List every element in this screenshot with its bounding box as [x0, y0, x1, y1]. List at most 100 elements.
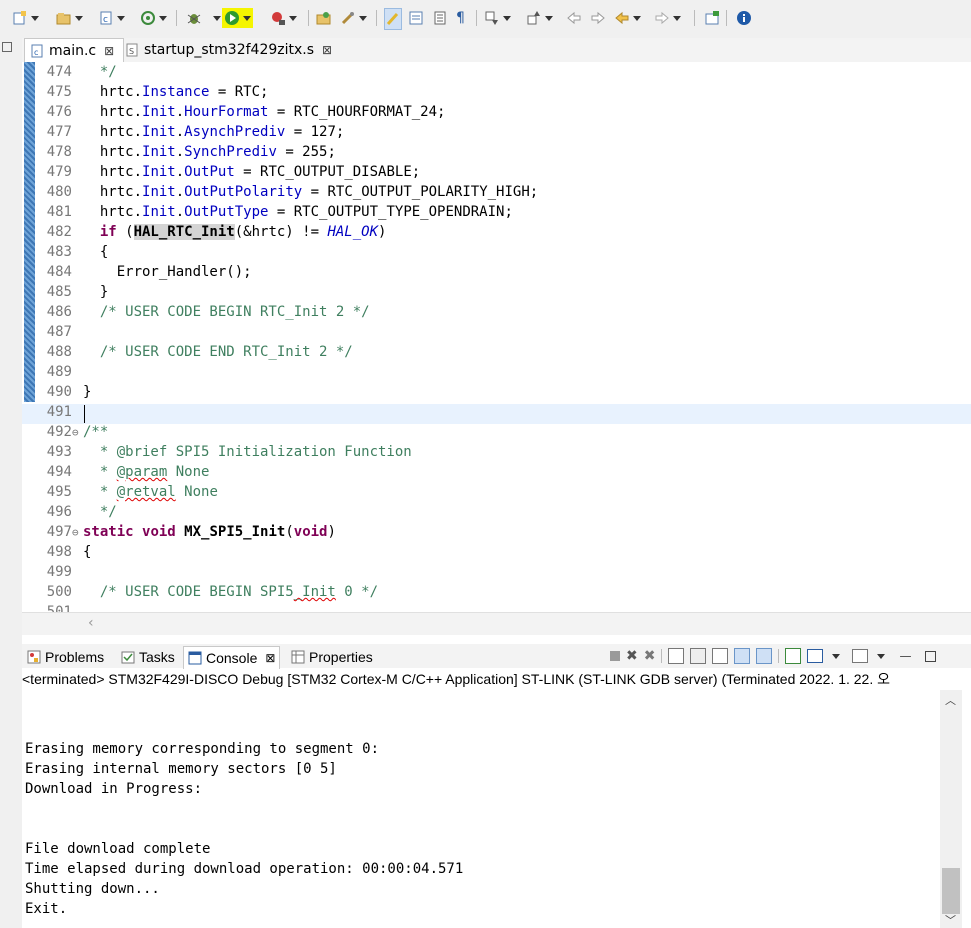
pilcrow-button[interactable]: ¶: [456, 8, 465, 28]
debug-button[interactable]: [186, 8, 202, 28]
close-icon[interactable]: ⊠: [104, 44, 114, 58]
tab-main-c[interactable]: c main.c ⊠: [24, 38, 124, 63]
tab-label: Console: [206, 650, 258, 666]
info-icon: [737, 11, 751, 25]
remove-launch-icon[interactable]: ✖: [626, 648, 638, 664]
line-number: 486: [46, 304, 72, 320]
fold-icon[interactable]: ⊖: [72, 426, 79, 439]
svg-text:S: S: [129, 47, 134, 56]
code-line[interactable]: 496 */: [22, 504, 971, 524]
clear-console-icon[interactable]: [668, 648, 685, 664]
minimize-icon[interactable]: —: [899, 649, 911, 663]
refresh-button[interactable]: [140, 8, 167, 28]
tab-problems[interactable]: Problems: [24, 646, 107, 668]
restore-icon[interactable]: [2, 42, 12, 52]
open-icon: [56, 13, 71, 25]
back-edit-button[interactable]: [566, 8, 582, 28]
code-line[interactable]: 488 /* USER CODE END RTC_Init 2 */: [22, 344, 971, 364]
perspective-button[interactable]: [704, 8, 720, 28]
console-line: File download complete: [25, 841, 211, 857]
code-line[interactable]: 482 if (HAL_RTC_Init(&hrtc) != HAL_OK): [22, 224, 971, 244]
stop-button[interactable]: [270, 8, 297, 28]
code-line[interactable]: 498 {: [22, 544, 971, 564]
block-button[interactable]: [408, 8, 424, 28]
scroll-down-icon[interactable]: ﹀: [945, 912, 956, 928]
code-line[interactable]: 499: [22, 564, 971, 584]
code-line[interactable]: 493 * @brief SPI5 Initialization Functio…: [22, 444, 971, 464]
code-line[interactable]: 474 */: [22, 64, 971, 84]
build-button[interactable]: c: [98, 8, 125, 28]
maximize-icon[interactable]: [925, 650, 937, 662]
show-stdout-icon[interactable]: [734, 648, 751, 664]
scroll-lock-icon[interactable]: [690, 648, 707, 664]
refresh-icon: [141, 11, 155, 25]
code-line[interactable]: 492 ⊖ /**: [22, 424, 971, 444]
tasks-icon: [121, 651, 135, 664]
code-editor[interactable]: 474 */475 hrtc.Instance = RTC; 476 hrtc.I…: [22, 62, 971, 612]
code-line[interactable]: 487: [22, 324, 971, 344]
terminate-icon[interactable]: [610, 651, 620, 661]
code-line[interactable]: 483 {: [22, 244, 971, 264]
display-console-icon[interactable]: [807, 649, 824, 663]
tab-startup-s[interactable]: S startup_stm32f429zitx.s ⊠: [122, 38, 332, 62]
console-toolbar: ✖ ✖ —: [610, 648, 937, 664]
code-line[interactable]: 478 hrtc.Init.SynchPrediv = 255;: [22, 144, 971, 164]
tab-label: Properties: [309, 649, 373, 665]
code-line[interactable]: 481 hrtc.Init.OutPutType = RTC_OUTPUT_TY…: [22, 204, 971, 224]
open-type-button[interactable]: [316, 8, 332, 28]
console-output[interactable]: Erasing memory corresponding to segment …: [22, 690, 939, 928]
new-button[interactable]: [12, 8, 39, 28]
debug-dropdown[interactable]: [210, 8, 221, 28]
code-line[interactable]: 476 hrtc.Init.HourFormat = RTC_HOURFORMA…: [22, 104, 971, 124]
code-text: hrtc.Init.OutPut = RTC_OUTPUT_DISABLE;: [83, 164, 421, 180]
code-line[interactable]: 501: [22, 604, 971, 612]
open-button[interactable]: [56, 8, 83, 28]
code-line[interactable]: 486 /* USER CODE BEGIN RTC_Init 2 */: [22, 304, 971, 324]
code-line[interactable]: 480 hrtc.Init.OutPutPolarity = RTC_OUTPU…: [22, 184, 971, 204]
scroll-thumb[interactable]: [942, 868, 960, 914]
scroll-up-icon[interactable]: ︿: [945, 692, 956, 708]
close-icon[interactable]: ⊠: [322, 43, 332, 57]
tab-tasks[interactable]: Tasks: [118, 646, 178, 668]
code-line[interactable]: 477 hrtc.Init.AsynchPrediv = 127;: [22, 124, 971, 144]
code-text: */: [83, 64, 117, 80]
code-line[interactable]: 491: [22, 404, 971, 424]
scroll-left-icon[interactable]: ‹: [88, 615, 94, 631]
next-annotation-button[interactable]: [484, 8, 511, 28]
word-wrap-icon[interactable]: [712, 648, 729, 664]
fold-icon[interactable]: ⊖: [72, 526, 79, 539]
whitespace-button[interactable]: [432, 8, 448, 28]
show-stderr-icon[interactable]: [756, 648, 773, 664]
editor-horizontal-scrollbar[interactable]: ‹: [22, 612, 971, 635]
code-line[interactable]: 490}: [22, 384, 971, 404]
code-line[interactable]: 484 Error_Handler();: [22, 264, 971, 284]
nav-forward-button[interactable]: [654, 8, 681, 28]
tab-properties[interactable]: Properties: [288, 646, 376, 668]
line-number: 489: [46, 364, 72, 380]
code-line[interactable]: 475 hrtc.Instance = RTC;: [22, 84, 971, 104]
line-number: 482: [46, 224, 72, 240]
line-number: 485: [46, 284, 72, 300]
code-line[interactable]: 495 * @retval None: [22, 484, 971, 504]
code-line[interactable]: 485 }: [22, 284, 971, 304]
close-icon[interactable]: ⊠: [265, 651, 275, 665]
info-button[interactable]: [736, 8, 752, 28]
console-vertical-scrollbar[interactable]: ︿ ﹀: [940, 690, 962, 928]
forward-edit-button[interactable]: [590, 8, 606, 28]
pin-console-icon[interactable]: [785, 648, 802, 664]
code-line[interactable]: 500 /* USER CODE BEGIN SPI5_Init 0 */: [22, 584, 971, 604]
code-line[interactable]: 497 ⊖ static void MX_SPI5_Init(void): [22, 524, 971, 544]
code-line[interactable]: 489: [22, 364, 971, 384]
open-console-icon[interactable]: [852, 649, 869, 663]
pilcrow-icon: ¶: [456, 10, 465, 26]
prev-annotation-button[interactable]: [526, 8, 553, 28]
code-line[interactable]: 479 hrtc.Init.OutPut = RTC_OUTPUT_DISABL…: [22, 164, 971, 184]
highlight-toggle[interactable]: [384, 8, 402, 30]
code-line[interactable]: 494 * @param None: [22, 464, 971, 484]
run-button[interactable]: [222, 8, 253, 28]
nav-back-button[interactable]: [614, 8, 641, 28]
line-number: 488: [46, 344, 72, 360]
remove-all-icon[interactable]: ✖: [644, 648, 656, 664]
tab-console[interactable]: Console ⊠: [183, 646, 281, 669]
search-button[interactable]: [340, 8, 367, 28]
